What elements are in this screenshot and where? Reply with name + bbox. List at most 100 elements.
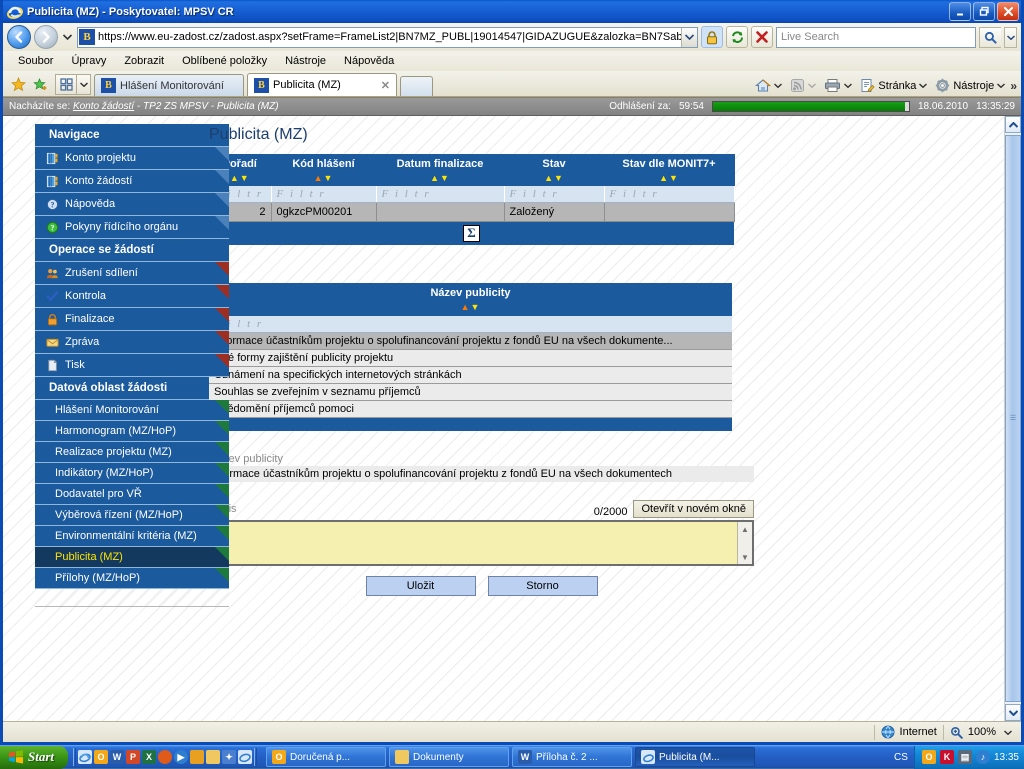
scrollbar-thumb[interactable]: ☰ xyxy=(1005,135,1021,702)
search-input[interactable]: Live Search xyxy=(776,27,976,48)
tab-close-icon[interactable]: ✕ xyxy=(381,79,390,92)
column-header[interactable]: Stav dle MONIT7+▲▼ xyxy=(604,154,734,186)
publicity-filter-input[interactable]: F i l t r xyxy=(209,316,732,333)
cancel-button[interactable]: Storno xyxy=(488,576,598,596)
back-button[interactable] xyxy=(7,25,31,49)
tab-publicita[interactable]: B Publicita (MZ) ✕ xyxy=(247,73,397,96)
sidebar-item-finalizace[interactable]: Finalizace xyxy=(35,308,229,331)
table-cell-datum[interactable] xyxy=(376,202,504,221)
close-button[interactable] xyxy=(997,2,1019,21)
search-go-icon[interactable] xyxy=(979,27,1001,48)
menu-item-napoveda[interactable]: Nápověda xyxy=(335,53,403,69)
ql-excel-icon[interactable]: X xyxy=(142,750,156,764)
forward-button[interactable] xyxy=(34,25,58,49)
column-sort-arrows[interactable]: ▲▼ xyxy=(509,174,600,183)
column-filter-input[interactable]: F i l t r xyxy=(376,186,504,203)
scroll-up-button[interactable] xyxy=(1005,116,1021,133)
table-row[interactable]: 20gkzcPM00201 Založený xyxy=(209,202,734,221)
taskbar-task[interactable]: Dokumenty xyxy=(389,747,509,767)
publicity-table-header[interactable]: Název publicity ▲▼ xyxy=(209,283,732,316)
tab-list-dropdown-icon[interactable] xyxy=(77,74,91,95)
home-button[interactable] xyxy=(752,77,785,94)
add-favorite-icon[interactable] xyxy=(29,72,51,96)
sidebar-item-p-lohy-mz-hop[interactable]: Přílohy (MZ/HoP) xyxy=(35,568,229,589)
sidebar-item-publicita-mz[interactable]: Publicita (MZ) xyxy=(35,547,229,568)
ql-word-icon[interactable]: W xyxy=(110,750,124,764)
clock[interactable]: 13:35 xyxy=(994,752,1019,763)
list-item[interactable]: Uvědomění příjemců pomoci xyxy=(209,400,732,417)
menu-item-soubor[interactable]: Soubor xyxy=(9,53,62,69)
open-in-new-window-button[interactable]: Otevřít v novém okně xyxy=(633,500,754,518)
ql-powerpoint-icon[interactable]: P xyxy=(126,750,140,764)
column-header[interactable]: Kód hlášení▲▼ xyxy=(271,154,376,186)
sidebar-item-n-pov-da[interactable]: ?Nápověda xyxy=(35,193,229,216)
zoom-dropdown-icon[interactable] xyxy=(1001,730,1015,735)
sidebar-item-zru-en-sd-len[interactable]: Zrušení sdílení xyxy=(35,262,229,285)
zoom-control[interactable]: 100% xyxy=(944,722,1021,742)
search-dropdown-icon[interactable] xyxy=(1004,27,1017,48)
column-filter-input[interactable]: F i l t r xyxy=(504,186,604,203)
taskbar-task[interactable]: Publicita (M... xyxy=(635,747,755,767)
sidebar-item-v-b-rov-zen-mz-hop[interactable]: Výběrová řízení (MZ/HoP) xyxy=(35,505,229,526)
menu-item-zobrazit[interactable]: Zobrazit xyxy=(115,53,173,69)
start-button[interactable]: Start xyxy=(0,746,68,769)
history-dropdown-icon[interactable] xyxy=(61,27,74,47)
page-menu-button[interactable]: Stránka xyxy=(857,77,930,94)
sidebar-item-indik-tory-mz-hop[interactable]: Indikátory (MZ/HoP) xyxy=(35,463,229,484)
favorites-star-icon[interactable] xyxy=(7,72,29,96)
menu-item-upravy[interactable]: Úpravy xyxy=(62,53,115,69)
sidebar-item-tisk[interactable]: Tisk xyxy=(35,354,229,377)
sidebar-item-harmonogram-mz-hop[interactable]: Harmonogram (MZ/HoP) xyxy=(35,421,229,442)
ql-firefox-icon[interactable] xyxy=(158,750,172,764)
sidebar-item-konto-dost[interactable]: Konto žádostí xyxy=(35,170,229,193)
popis-textarea-input[interactable] xyxy=(211,522,737,564)
page-scrollbar[interactable]: ☰ xyxy=(1004,116,1021,721)
popis-textarea[interactable]: ▲ ▼ xyxy=(209,520,754,566)
quick-tabs-button[interactable] xyxy=(55,74,77,95)
refresh-button[interactable] xyxy=(726,26,748,48)
column-header[interactable]: Stav▲▼ xyxy=(504,154,604,186)
scroll-down-button[interactable] xyxy=(1005,704,1021,721)
ql-ie-icon[interactable] xyxy=(78,750,92,764)
sidebar-item-pokyny-d-c-ho-org-nu[interactable]: ?Pokyny řídícího orgánu xyxy=(35,216,229,239)
column-filter-input[interactable]: F i l t r xyxy=(271,186,376,203)
sidebar-item-dodavatel-pro-v[interactable]: Dodavatel pro VŘ xyxy=(35,484,229,505)
table-cell-stav[interactable]: Založený xyxy=(504,202,604,221)
url-dropdown-icon[interactable] xyxy=(681,28,697,47)
menu-item-nastroje[interactable]: Nástroje xyxy=(276,53,335,69)
scrollbar-track[interactable]: ☰ xyxy=(1005,133,1021,704)
tray-antivirus-icon[interactable]: K xyxy=(940,750,954,764)
sum-icon[interactable]: Σ xyxy=(463,225,480,242)
breadcrumb-link-konto-zadosti[interactable]: Konto žádostí xyxy=(73,101,134,112)
list-item[interactable]: Jiné formy zajištění publicity projektu xyxy=(209,349,732,366)
ql-window-icon[interactable] xyxy=(190,750,204,764)
new-tab-button[interactable] xyxy=(400,76,433,96)
tools-menu-button[interactable]: Nástroje xyxy=(932,77,1008,94)
url-bar[interactable]: B https://www.eu-zadost.cz/zadost.aspx?s… xyxy=(77,27,698,48)
ql-media-player-icon[interactable]: ▶ xyxy=(174,750,188,764)
sidebar-item-kontrola[interactable]: Kontrola xyxy=(35,285,229,308)
scroll-down-icon[interactable]: ▼ xyxy=(738,550,752,564)
publicity-sort-arrows[interactable]: ▲▼ xyxy=(213,303,728,312)
table-cell-kod[interactable]: 0gkzcPM00201 xyxy=(271,202,376,221)
sidebar-item-realizace-projektu-mz[interactable]: Realizace projektu (MZ) xyxy=(35,442,229,463)
ql-outlook-icon[interactable]: O xyxy=(94,750,108,764)
language-indicator[interactable]: CS xyxy=(888,747,914,767)
popis-scrollbar[interactable]: ▲ ▼ xyxy=(737,522,752,564)
ql-ie2-icon[interactable] xyxy=(238,750,252,764)
sidebar-item-zpr-va[interactable]: Zpráva xyxy=(35,331,229,354)
tab-hlaseni-monitorovani[interactable]: B Hlášení Monitorování xyxy=(94,74,244,96)
sidebar-item-environment-ln-krit-ria-mz[interactable]: Environmentální kritéria (MZ) xyxy=(35,526,229,547)
security-lock-icon[interactable] xyxy=(701,26,723,48)
minimize-button[interactable] xyxy=(949,2,971,21)
stop-button[interactable] xyxy=(751,26,773,48)
table-cell-monit[interactable] xyxy=(604,202,734,221)
sidebar-item-hl-en-monitorov-n[interactable]: Hlášení Monitorování xyxy=(35,400,229,421)
feeds-button[interactable] xyxy=(787,77,819,94)
toolbar-overflow-icon[interactable]: » xyxy=(1010,79,1017,93)
taskbar-task[interactable]: WPříloha č. 2 ... xyxy=(512,747,632,767)
list-item[interactable]: Oznámení na specifických internetových s… xyxy=(209,366,732,383)
column-header[interactable]: Datum finalizace▲▼ xyxy=(376,154,504,186)
restore-button[interactable] xyxy=(973,2,995,21)
tray-volume-icon[interactable]: ♪ xyxy=(976,750,990,764)
